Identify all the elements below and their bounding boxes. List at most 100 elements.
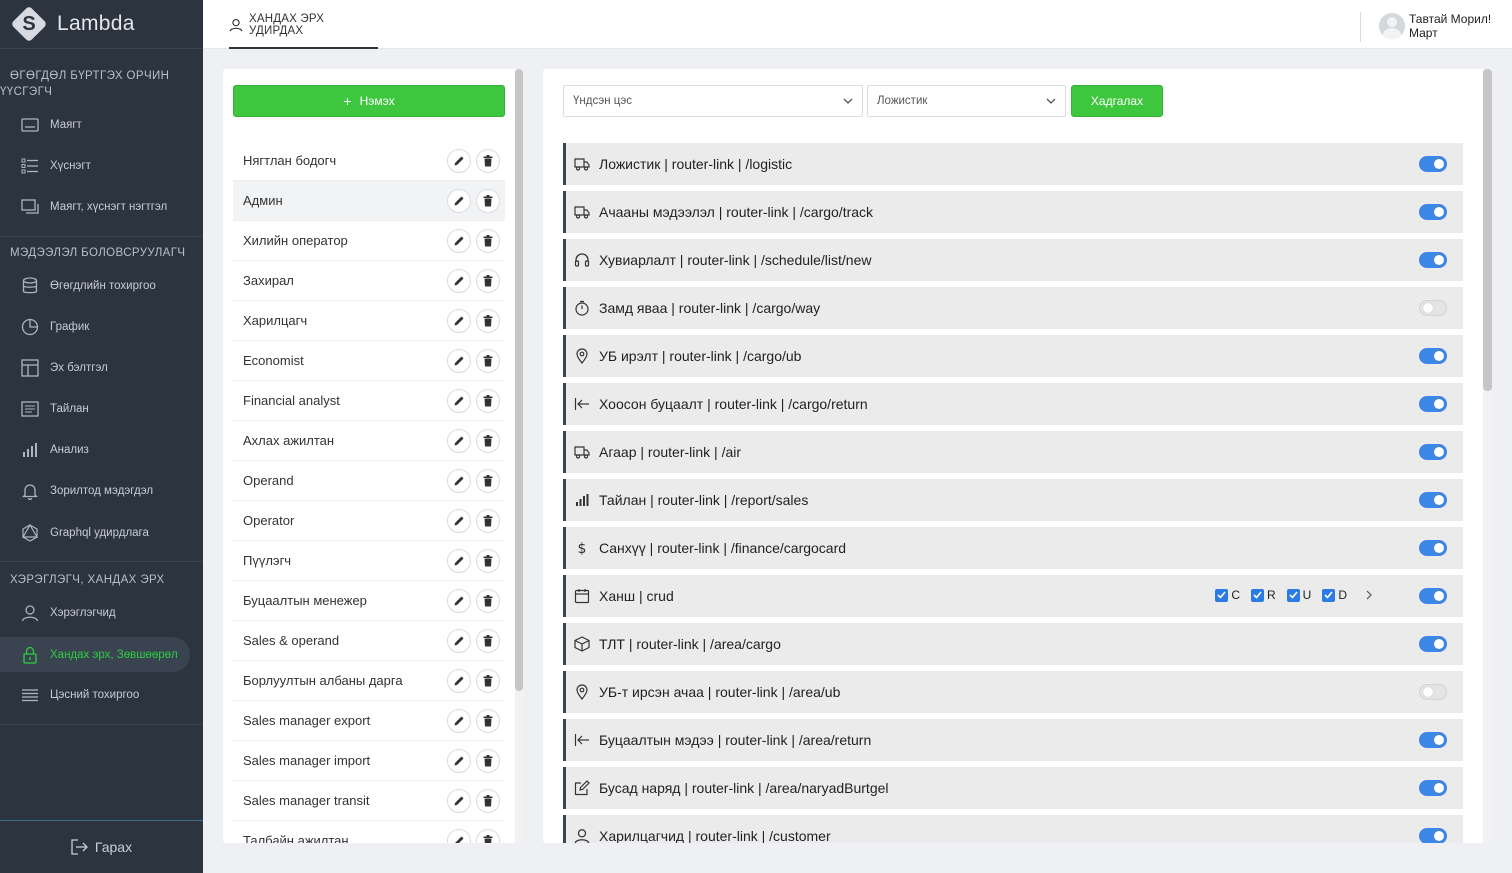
crud-checkbox-r[interactable]: R bbox=[1250, 588, 1276, 602]
sidebar-item-menu-settings[interactable]: Цэсний тохиргоо bbox=[0, 677, 190, 712]
permission-toggle[interactable] bbox=[1419, 300, 1447, 316]
sidebar-item-access-permission[interactable]: Хандах эрх, Зөвшөөрөл bbox=[0, 637, 190, 672]
delete-role-button[interactable] bbox=[476, 428, 500, 453]
edit-role-button[interactable] bbox=[447, 588, 471, 613]
crud-checkbox-d[interactable]: D bbox=[1322, 588, 1347, 602]
edit-role-button[interactable] bbox=[447, 388, 471, 413]
role-item[interactable]: Operator bbox=[233, 501, 505, 541]
sidebar-item-table[interactable]: Хүснэгт bbox=[0, 148, 190, 183]
edit-role-button[interactable] bbox=[447, 708, 471, 733]
edit-role-button[interactable] bbox=[447, 268, 471, 293]
edit-role-button[interactable] bbox=[447, 308, 471, 333]
role-item[interactable]: Sales manager import bbox=[233, 741, 505, 781]
delete-role-button[interactable] bbox=[476, 708, 500, 733]
role-item[interactable]: Ахлах ажилтан bbox=[233, 421, 505, 461]
delete-role-button[interactable] bbox=[476, 748, 500, 773]
add-role-button[interactable]: + Нэмэх bbox=[233, 85, 505, 117]
permission-toggle[interactable] bbox=[1419, 540, 1447, 556]
delete-role-button[interactable] bbox=[476, 628, 500, 653]
edit-role-button[interactable] bbox=[447, 748, 471, 773]
role-item[interactable]: Борлуултын албаны дарга bbox=[233, 661, 505, 701]
permission-toggle[interactable] bbox=[1419, 588, 1447, 604]
edit-role-button[interactable] bbox=[447, 148, 471, 173]
sidebar-item-graphql[interactable]: Graphql удирдлага bbox=[0, 515, 190, 550]
role-item[interactable]: Sales manager transit bbox=[233, 781, 505, 821]
permission-toggle[interactable] bbox=[1419, 252, 1447, 268]
role-item[interactable]: Пүүлэгч bbox=[233, 541, 505, 581]
user-menu[interactable]: Тавтай Морил! Март bbox=[1379, 12, 1491, 40]
delete-role-button[interactable] bbox=[476, 268, 500, 293]
sidebar-item-form[interactable]: Маягт bbox=[0, 107, 190, 142]
chevron-right-icon[interactable] bbox=[1365, 590, 1373, 600]
sub-menu-select[interactable]: Ложистик bbox=[867, 85, 1066, 117]
edit-role-button[interactable] bbox=[447, 348, 471, 373]
sidebar-item-label: Өгөгдлийн тохиргоо bbox=[50, 279, 156, 292]
sidebar-item-chart[interactable]: График bbox=[0, 309, 190, 344]
role-item[interactable]: Буцаалтын менежер bbox=[233, 581, 505, 621]
roles-scrollbar-thumb[interactable] bbox=[515, 69, 523, 691]
delete-role-button[interactable] bbox=[476, 828, 500, 843]
delete-role-button[interactable] bbox=[476, 468, 500, 493]
edit-role-button[interactable] bbox=[447, 628, 471, 653]
permission-toggle[interactable] bbox=[1419, 636, 1447, 652]
delete-role-button[interactable] bbox=[476, 668, 500, 693]
permissions-scrollbar-thumb[interactable] bbox=[1483, 69, 1492, 391]
sidebar-item-notification[interactable]: Зорилтод мэдэгдэл bbox=[0, 473, 190, 508]
delete-role-button[interactable] bbox=[476, 228, 500, 253]
permission-toggle[interactable] bbox=[1419, 444, 1447, 460]
edit-role-button[interactable] bbox=[447, 228, 471, 253]
tab-access-management[interactable]: ХАНДАХ ЭРХ УДИРДАХ bbox=[229, 0, 378, 49]
sidebar-item-data-settings[interactable]: Өгөгдлийн тохиргоо bbox=[0, 268, 190, 303]
save-button[interactable]: Хадгалах bbox=[1071, 85, 1163, 117]
permission-toggle[interactable] bbox=[1419, 396, 1447, 412]
sidebar-item-template[interactable]: Эх бэлтгэл bbox=[0, 350, 190, 385]
edit-role-button[interactable] bbox=[447, 428, 471, 453]
delete-role-button[interactable] bbox=[476, 308, 500, 333]
edit-role-button[interactable] bbox=[447, 548, 471, 573]
sidebar-item-analysis[interactable]: Анализ bbox=[0, 432, 190, 467]
edit-role-button[interactable] bbox=[447, 468, 471, 493]
logout-button[interactable]: Гарах bbox=[0, 820, 203, 873]
permission-toggle[interactable] bbox=[1419, 156, 1447, 172]
delete-role-button[interactable] bbox=[476, 508, 500, 533]
role-item[interactable]: Захирал bbox=[233, 261, 505, 301]
permission-toggle[interactable] bbox=[1419, 204, 1447, 220]
role-item[interactable]: Operand bbox=[233, 461, 505, 501]
sidebar-item-form-table-merge[interactable]: Маягт, хүснэгт нэгтгэл bbox=[0, 189, 190, 224]
pencil-icon bbox=[453, 795, 465, 807]
permission-toggle[interactable] bbox=[1419, 492, 1447, 508]
main-menu-select[interactable]: Үндсэн цэс bbox=[563, 85, 863, 117]
brand[interactable]: S Lambda bbox=[0, 0, 203, 49]
edit-role-button[interactable] bbox=[447, 788, 471, 813]
role-item[interactable]: Sales & operand bbox=[233, 621, 505, 661]
delete-role-button[interactable] bbox=[476, 788, 500, 813]
delete-role-button[interactable] bbox=[476, 188, 500, 213]
delete-role-button[interactable] bbox=[476, 588, 500, 613]
permission-toggle[interactable] bbox=[1419, 348, 1447, 364]
role-item[interactable]: Sales manager export bbox=[233, 701, 505, 741]
sidebar-item-users[interactable]: Хэрэглэгчид bbox=[0, 595, 190, 630]
permission-toggle[interactable] bbox=[1419, 732, 1447, 748]
crud-checkbox-u[interactable]: U bbox=[1286, 588, 1311, 602]
edit-role-button[interactable] bbox=[447, 828, 471, 843]
permission-toggle[interactable] bbox=[1419, 828, 1447, 843]
permission-toggle[interactable] bbox=[1419, 684, 1447, 700]
role-item[interactable]: Админ bbox=[233, 181, 505, 221]
permission-label: Харилцагчид | router-link | /customer bbox=[599, 828, 831, 843]
role-item[interactable]: Харилцагч bbox=[233, 301, 505, 341]
role-item[interactable]: Нягтлан бодогч bbox=[233, 141, 505, 181]
role-item[interactable]: Хилийн оператор bbox=[233, 221, 505, 261]
permission-toggle[interactable] bbox=[1419, 780, 1447, 796]
edit-role-button[interactable] bbox=[447, 188, 471, 213]
delete-role-button[interactable] bbox=[476, 148, 500, 173]
delete-role-button[interactable] bbox=[476, 388, 500, 413]
sidebar-item-report[interactable]: Тайлан bbox=[0, 391, 190, 426]
edit-role-button[interactable] bbox=[447, 668, 471, 693]
edit-role-button[interactable] bbox=[447, 508, 471, 533]
delete-role-button[interactable] bbox=[476, 548, 500, 573]
role-item[interactable]: Financial analyst bbox=[233, 381, 505, 421]
role-item[interactable]: Economist bbox=[233, 341, 505, 381]
crud-checkbox-c[interactable]: C bbox=[1215, 588, 1240, 602]
role-item[interactable]: Талбайн ажилтан bbox=[233, 821, 505, 843]
delete-role-button[interactable] bbox=[476, 348, 500, 373]
